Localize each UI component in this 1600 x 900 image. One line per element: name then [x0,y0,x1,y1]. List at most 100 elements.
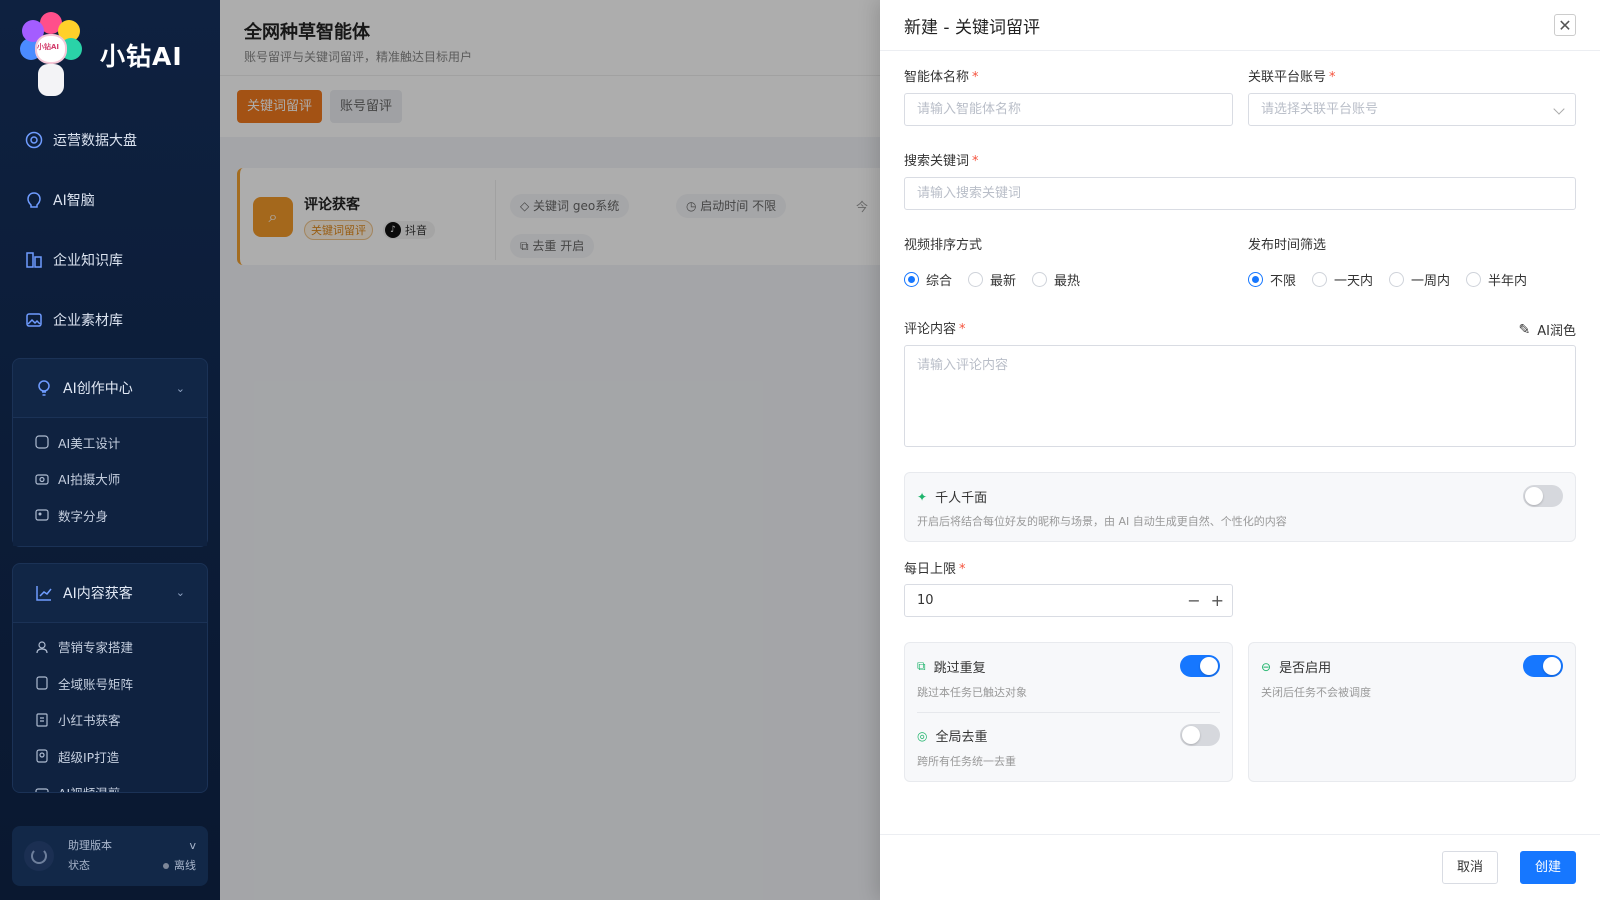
version-value: v [189,839,196,852]
ai-doc-icon [35,713,49,727]
time-option-week[interactable]: 一周内 [1389,270,1450,289]
personalize-title-text: 千人千面 [935,491,988,506]
sparkle-icon: ✦ [917,489,928,504]
personalize-desc: 开启后将结合每位好友的昵称与场景，由 AI 自动生成更自然、个性化的内容 [917,515,1287,528]
nav-group-ai-creation: AI创作中心 ⌄ AI美工设计 AI拍摄大师 数字分身 [12,358,208,547]
group-label: AI创作中心 [63,381,133,397]
daily-limit-stepper[interactable]: 10 − + [904,584,1233,617]
sub-item-video-mix[interactable]: AI视频混剪 [13,775,207,792]
comment-textarea[interactable] [904,345,1576,447]
image-icon [25,311,43,329]
time-option-day[interactable]: 一天内 [1312,270,1373,289]
nav-group-ai-content: AI内容获客 ⌄ 营销专家搭建 全域账号矩阵 小红书获客 超级IP打造 AI视频… [12,562,208,793]
platform-account-select[interactable]: 请选择关联平台账号 [1248,93,1576,126]
enable-toggle[interactable] [1523,655,1563,677]
global-dedup-title-text: 全局去重 [935,730,988,745]
user-icon [35,640,49,654]
radio-label: 最新 [990,274,1017,289]
nav-item-dashboard[interactable]: 运营数据大盘 [0,110,220,170]
palette-icon [35,435,49,449]
personalize-title: ✦ 千人千面 [917,487,988,507]
chevron-down-icon [1553,103,1565,115]
minus-icon[interactable]: − [1187,585,1200,616]
assistant-status-panel[interactable]: 助理版本 状态 v 离线 [12,826,208,886]
loading-spinner-icon [24,841,54,871]
sort-option-hottest[interactable]: 最热 [1032,270,1080,289]
sub-item-label: AI视频混剪 [58,783,120,791]
time-option-unlimited[interactable]: 不限 [1248,270,1296,289]
daily-limit-label: 每日上限 * [904,562,966,577]
group-header-ai-content[interactable]: AI内容获客 ⌄ [13,564,207,622]
lightbulb-icon [35,379,53,397]
daily-limit-label-text: 每日上限 [904,562,957,577]
plus-icon[interactable]: + [1211,585,1224,616]
status-value: 离线 [174,859,196,872]
sub-item-label: AI美工设计 [58,435,121,451]
chevron-down-icon: ⌄ [175,381,185,395]
nav-item-knowledge-base[interactable]: 企业知识库 [0,230,220,290]
nav-item-ai-brain[interactable]: AI智脑 [0,170,220,230]
brand-name: 小钻AI [100,42,183,71]
personalize-panel: ✦ 千人千面 开启后将结合每位好友的昵称与场景，由 AI 自动生成更自然、个性化的… [904,472,1576,542]
mascot-logo-icon: 小钻AI [18,12,84,98]
nav-label: 企业知识库 [53,253,123,269]
brain-icon [25,191,43,209]
global-dedup-toggle[interactable] [1180,724,1220,746]
skip-dup-title-text: 跳过重复 [933,661,986,676]
sort-radio-group: 综合 最新 最热 [904,270,1096,289]
skip-dup-desc: 跳过本任务已触达对象 [917,686,1027,699]
sub-item-super-ip[interactable]: 超级IP打造 [13,738,207,775]
enable-title: ⊖ 是否启用 [1261,657,1331,677]
global-dedup-desc: 跨所有任务统一去重 [917,755,1016,768]
radio-label: 一周内 [1411,274,1451,289]
drawer-title: 新建 - 关键词留评 [904,17,1040,38]
platform-account-label-text: 关联平台账号 [1248,70,1327,85]
video-icon [35,786,49,792]
sort-option-latest[interactable]: 最新 [968,270,1016,289]
create-button[interactable]: 创建 [1519,851,1576,884]
time-option-half-year[interactable]: 半年内 [1466,270,1527,289]
sub-item-ai-design[interactable]: AI美工设计 [13,424,207,461]
global-dedup-title: ◎ 全局去重 [917,726,988,746]
cancel-button[interactable]: 取消 [1441,851,1498,884]
sub-item-xiaohongshu[interactable]: 小红书获客 [13,702,207,739]
sub-item-label: 营销专家搭建 [58,640,134,656]
agent-name-input[interactable] [904,93,1233,126]
sub-item-marketing-expert[interactable]: 营销专家搭建 [13,629,207,666]
sub-item-digital-avatar[interactable]: 数字分身 [13,497,207,534]
skip-dup-toggle[interactable] [1180,655,1220,677]
sort-option-comprehensive[interactable]: 综合 [904,270,952,289]
platform-account-placeholder: 请选择关联平台账号 [1261,102,1379,117]
sub-item-ai-photo[interactable]: AI拍摄大师 [13,461,207,498]
keyword-label: 搜索关键词 * [904,154,979,169]
group-header-ai-creation[interactable]: AI创作中心 ⌄ [13,359,207,417]
ai-polish-button[interactable]: ✎ AI润色 [1519,320,1576,340]
status-dot-icon [163,863,169,869]
time-filter-radio-group: 不限 一天内 一周内 半年内 [1248,270,1543,289]
copy-icon: ⧉ [917,659,926,673]
camera-icon [35,472,49,486]
document-icon [35,676,49,690]
radio-label: 最热 [1054,274,1081,289]
daily-limit-value: 10 [917,593,934,608]
sidebar: 小钻AI 小钻AI 运营数据大盘 AI智脑 企业知识库 企业素材库 AI创作中心… [0,0,220,900]
agent-name-label-text: 智能体名称 [904,70,970,85]
agent-name-label: 智能体名称 * [904,70,979,85]
sub-item-label: 数字分身 [58,508,109,524]
keyword-input[interactable] [904,177,1576,210]
platform-account-label: 关联平台账号 * [1248,70,1336,85]
library-icon [25,251,43,269]
group-label: AI内容获客 [63,585,133,602]
divider [917,712,1220,713]
sub-item-account-matrix[interactable]: 全域账号矩阵 [13,665,207,702]
status-label: 状态 [68,859,90,872]
chevron-down-icon: ⌄ [175,586,185,599]
radio-label: 不限 [1270,274,1297,289]
sub-item-label: 小红书获客 [58,713,121,729]
personalize-toggle[interactable] [1523,485,1563,507]
skip-dup-title: ⧉ 跳过重复 [917,657,986,676]
sort-label: 视频排序方式 [904,238,983,253]
close-button[interactable]: ✕ [1554,14,1576,36]
nav-item-material-library[interactable]: 企业素材库 [0,290,220,350]
comment-label: 评论内容 * [904,322,966,337]
